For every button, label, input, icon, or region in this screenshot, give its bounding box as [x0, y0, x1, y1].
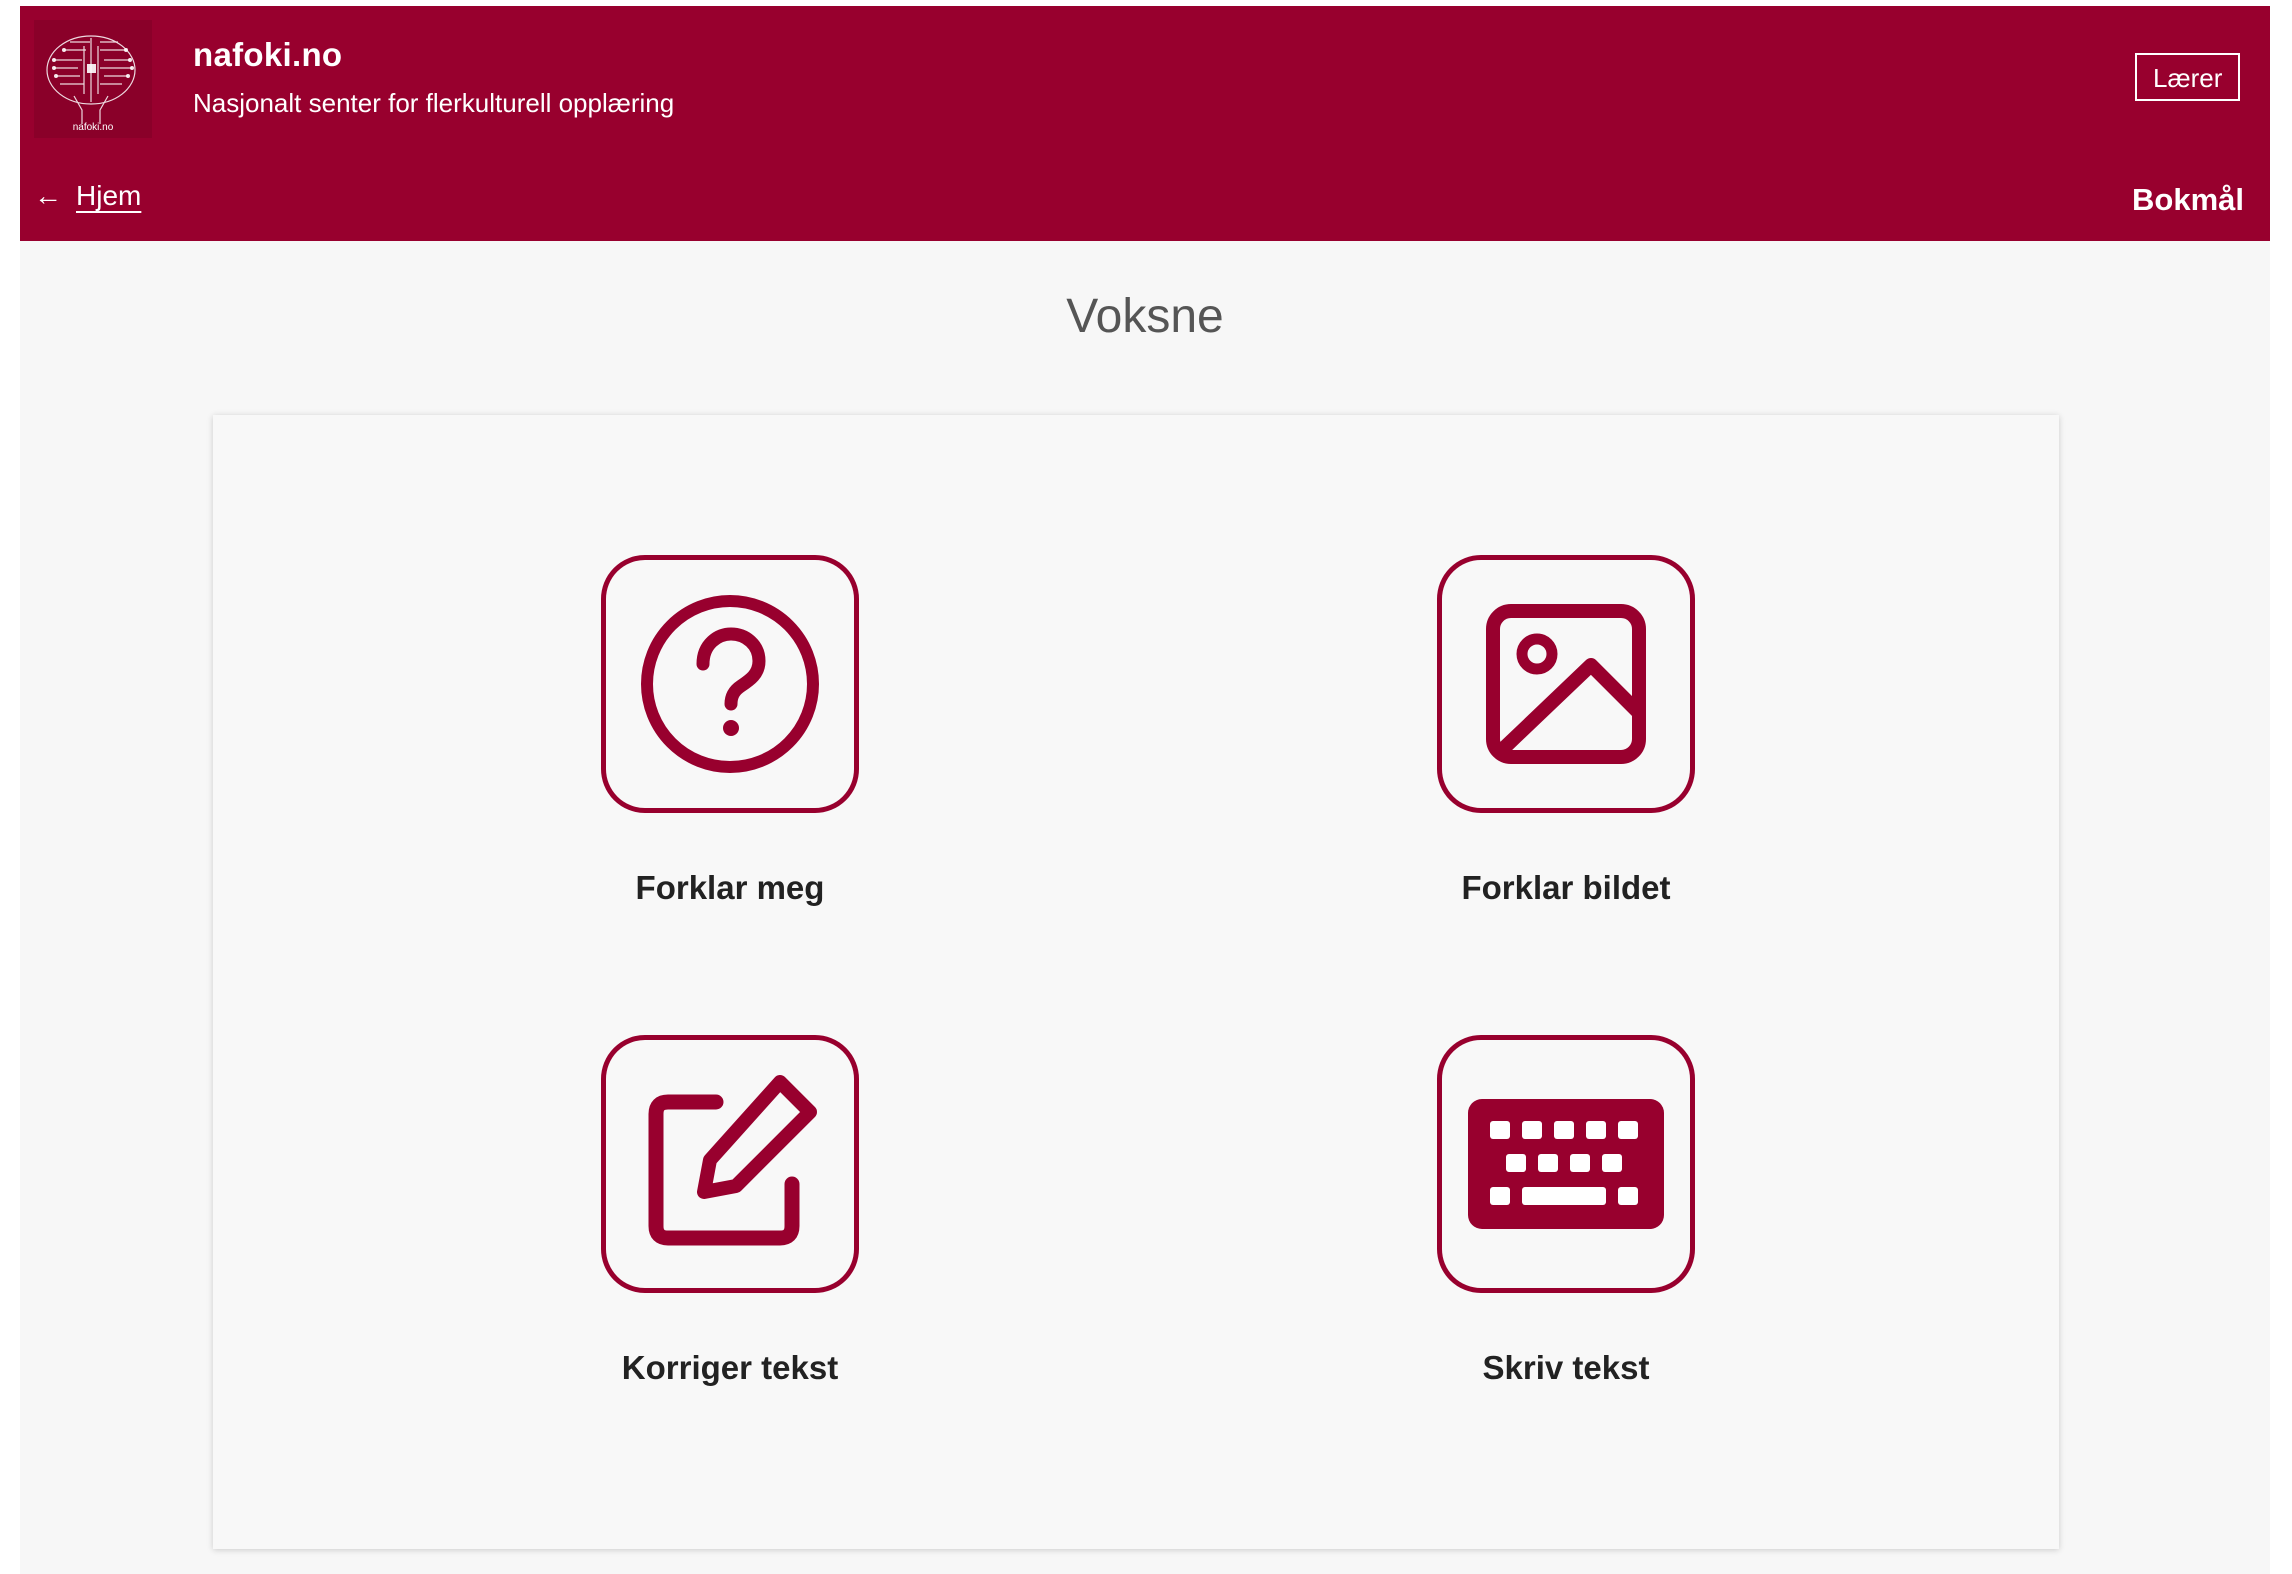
question-circle-icon: [641, 595, 819, 773]
teacher-button[interactable]: Lærer: [2135, 53, 2241, 101]
home-link[interactable]: ← Hjem: [34, 180, 141, 212]
tile-label: Korriger tekst: [621, 1349, 839, 1386]
page: nafoki.no nafoki.no Nasjonalt senter for…: [20, 6, 2270, 1574]
language-selector[interactable]: Bokmål: [2132, 182, 2244, 218]
tile-icon-box: [1437, 555, 1695, 813]
arrow-left-icon: ←: [34, 180, 62, 211]
tile-forklar-meg[interactable]: Forklar meg: [550, 555, 910, 907]
page-title: Voksne: [1066, 290, 1224, 343]
tile-icon-box: [1437, 1035, 1695, 1293]
brain-circuit-logo-icon: nafoki.no: [46, 35, 136, 133]
tile-label: Skriv tekst: [1482, 1349, 1650, 1386]
tile-label: Forklar bildet: [1461, 869, 1671, 906]
logo-caption: nafoki.no: [73, 122, 114, 133]
tile-icon-box: [601, 1035, 859, 1293]
tools-card: Forklar meg Forklar bildet Korriger teks…: [213, 415, 2059, 1549]
image-icon: [1486, 604, 1646, 764]
site-logo[interactable]: nafoki.no: [34, 20, 152, 138]
tile-icon-box: [601, 555, 859, 813]
tile-skriv-tekst[interactable]: Skriv tekst: [1386, 1035, 1746, 1387]
keyboard-icon: [1468, 1099, 1664, 1229]
site-subtitle: Nasjonalt senter for flerkulturell opplæ…: [193, 88, 675, 118]
site-title[interactable]: nafoki.no: [193, 36, 342, 74]
edit-icon: [648, 1075, 817, 1246]
site-header: nafoki.no nafoki.no Nasjonalt senter for…: [20, 6, 2270, 241]
tile-korriger-tekst[interactable]: Korriger tekst: [550, 1035, 910, 1387]
home-link-label: Hjem: [76, 180, 142, 211]
tile-label: Forklar meg: [635, 869, 825, 906]
tile-forklar-bildet[interactable]: Forklar bildet: [1386, 555, 1746, 907]
